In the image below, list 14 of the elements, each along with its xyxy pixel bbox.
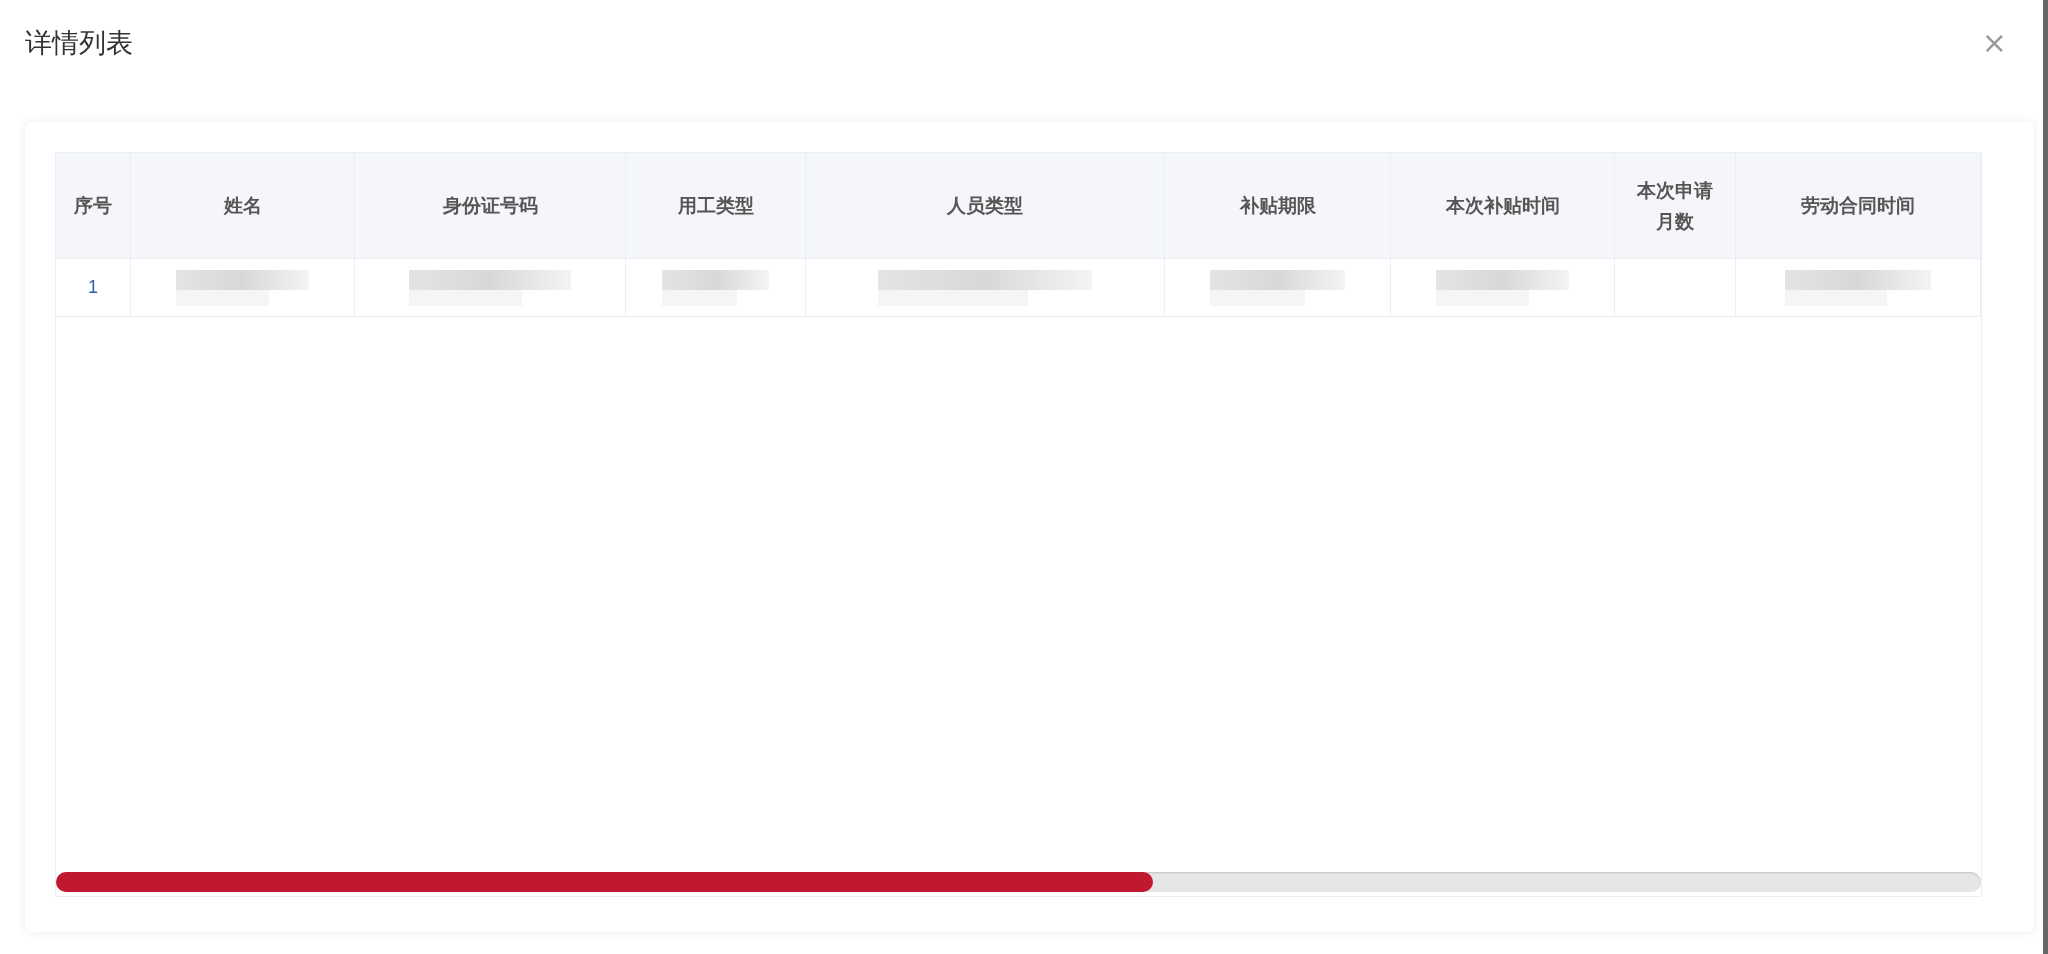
dialog-title: 详情列表 [25,25,133,60]
column-header: 用工类型 [677,193,754,219]
column-header: 本次补贴时间 [1445,193,1560,219]
close-button[interactable]: × [1981,28,2007,58]
column-header: 人员类型 [947,193,1023,219]
scrollbar-thumb[interactable] [56,872,1154,892]
column-header: 姓名 [223,193,262,219]
column-header: 补贴期限 [1239,193,1316,219]
scrollbar-track[interactable] [56,872,1981,892]
column-header: 身份证号码 [442,193,538,219]
column-header: 劳动合同时间 [1801,193,1915,219]
row-index: 1 [88,276,98,299]
column-header: 序号 [73,193,113,219]
column-header: 本次申请月数 [1635,178,1714,234]
